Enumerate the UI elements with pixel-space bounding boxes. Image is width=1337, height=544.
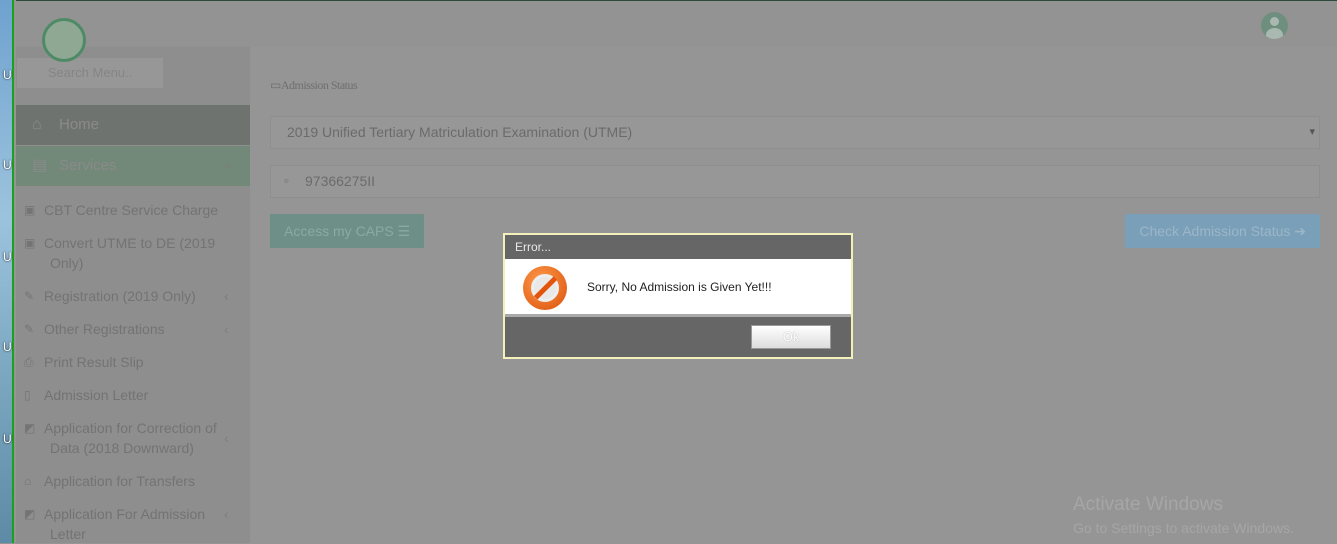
pencil-square-icon: ◩ xyxy=(24,421,36,435)
home-label: Home xyxy=(59,116,100,133)
sidebar-item[interactable]: ⎙ Print Result Slip xyxy=(16,352,250,372)
access-caps-button[interactable]: Access my CAPS ☰ xyxy=(270,214,425,248)
sidebar-item-label: CBT Centre Service Charge xyxy=(44,202,219,218)
bank-icon: ⌂ xyxy=(24,474,32,488)
sidebar-item-label: Convert UTME to DE (2019 Only) xyxy=(44,235,216,271)
sidebar-item[interactable]: ▣ CBT Centre Service Charge xyxy=(16,200,250,220)
file-icon: ▯ xyxy=(24,388,31,402)
pencil-square-icon: ◩ xyxy=(24,507,36,521)
check-admission-status-button[interactable]: Check Admission Status ➔ xyxy=(1125,214,1320,248)
sidebar-item[interactable]: ⌂ Application for Transfers xyxy=(16,471,250,491)
desktop-background: UUUUU xyxy=(0,0,14,543)
sidebar-item-label: Application For Admission Letter xyxy=(44,506,206,542)
sidebar-item-label: Application for Transfers xyxy=(44,473,195,489)
print-icon: ⎙ xyxy=(24,355,34,369)
home-icon: ⌂ xyxy=(32,116,42,133)
sidebar-item-label: Application for Correction of Data (2018… xyxy=(44,420,217,456)
dialog-message: Sorry, No Admission is Given Yet!!! xyxy=(587,280,772,294)
reg-number-value: 97366275II xyxy=(305,173,376,189)
chevron-left-icon: ‹ xyxy=(225,157,230,174)
registration-number-input[interactable]: ● 97366275II xyxy=(270,165,1320,198)
breadcrumb: ▭Admission Status xyxy=(270,78,358,92)
error-dialog: Error... Sorry, No Admission is Given Ye… xyxy=(503,233,853,359)
services-label: Services xyxy=(59,157,117,174)
user-icon: ● xyxy=(283,175,290,187)
dialog-title: Error... xyxy=(515,240,552,254)
edit-icon: ✎ xyxy=(24,289,35,303)
activate-windows-watermark: Activate Windows xyxy=(1073,494,1223,515)
sidebar-item-services[interactable]: ▤ Services ‹ xyxy=(16,146,250,186)
edit-icon: ✎ xyxy=(24,322,35,336)
money-icon: ▣ xyxy=(24,203,36,217)
user-circle-icon[interactable] xyxy=(1261,12,1288,39)
sidebar-item-label: Admission Letter xyxy=(44,387,149,403)
sidebar-item-home[interactable]: ⌂ Home xyxy=(16,105,250,145)
money-icon: ▣ xyxy=(24,236,36,250)
sidebar-item[interactable]: ✎ Registration (2019 Only) ‹ xyxy=(16,286,250,306)
exam-select[interactable]: 2019 Unified Tertiary Matriculation Exam… xyxy=(270,116,1320,149)
sidebar-item-label: Print Result Slip xyxy=(44,354,144,370)
jamb-logo xyxy=(42,18,86,62)
sidebar-item[interactable]: ◩ Application For Admission Letter ‹ xyxy=(16,504,250,544)
sidebar-item[interactable]: ▣ Convert UTME to DE (2019 Only) xyxy=(16,233,250,273)
search-menu-input[interactable]: Search Menu.. xyxy=(17,58,163,88)
top-bar xyxy=(16,0,1337,47)
sidebar-item-label: Registration (2019 Only) xyxy=(44,288,196,304)
sidebar-item-label: Other Registrations xyxy=(44,321,165,337)
sidebar-item[interactable]: ✎ Other Registrations ‹ xyxy=(16,319,250,339)
sidebar: Search Menu.. ⌂ Home ▤ Services ‹ ▣ CBT Cent… xyxy=(16,47,250,543)
activate-windows-hint: Go to Settings to activate Windows. xyxy=(1073,520,1294,536)
list-icon: ▤ xyxy=(32,157,48,174)
sidebar-item[interactable]: ▯ Admission Letter xyxy=(16,385,250,405)
ok-button[interactable]: Ok xyxy=(751,325,831,349)
sidebar-item[interactable]: ◩ Application for Correction of Data (201… xyxy=(16,418,250,458)
prohibited-icon xyxy=(523,266,567,310)
